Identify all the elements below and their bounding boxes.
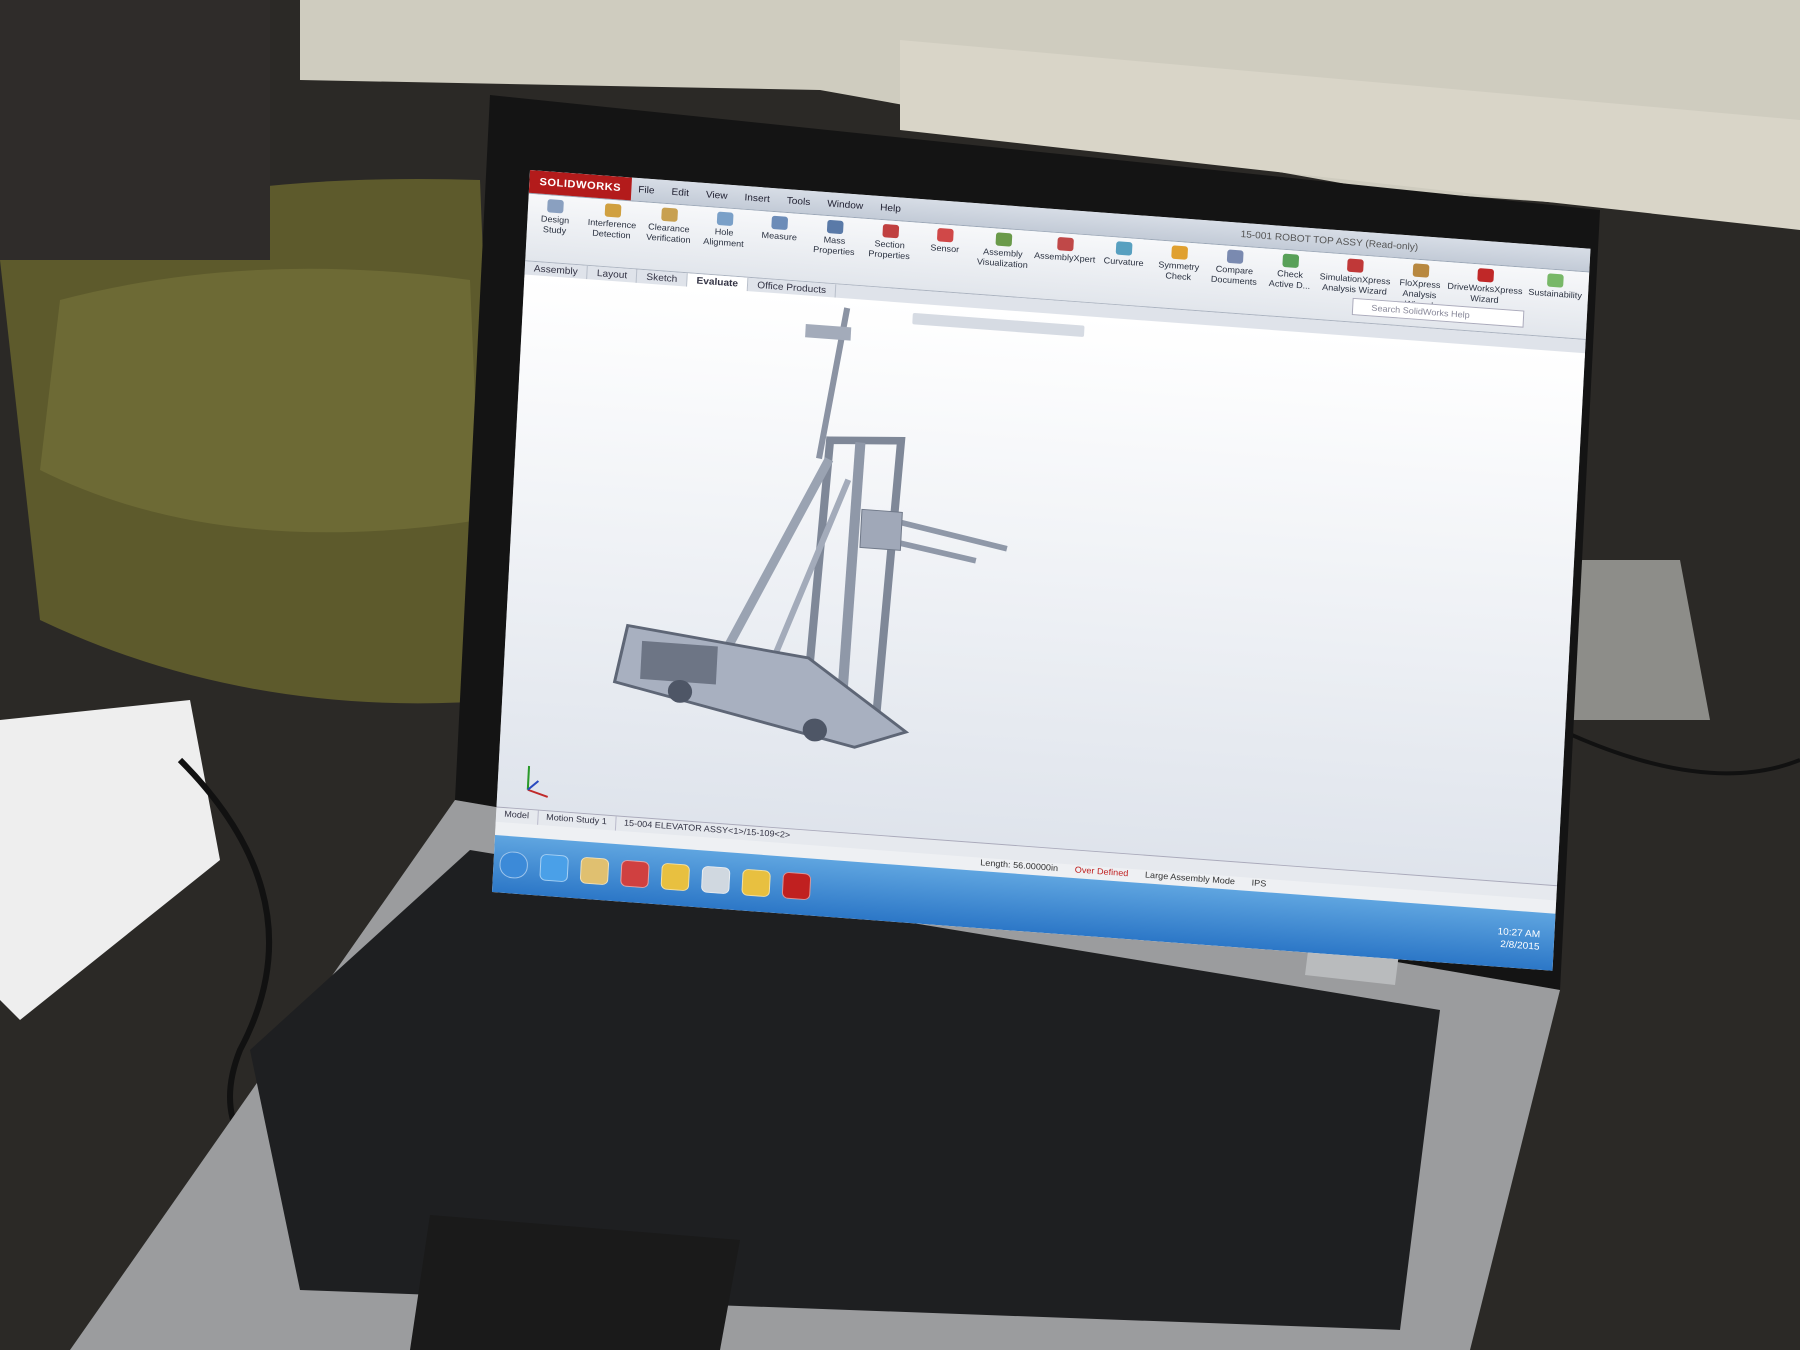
status-units[interactable]: IPS	[1251, 878, 1266, 889]
photo-scene: hp SOLIDWORKS File Edit View Insert Tool…	[0, 0, 1800, 1350]
laptop-screen: SOLIDWORKS File Edit View Insert Tools W…	[492, 160, 1591, 971]
design-study-button[interactable]: Design Study	[532, 198, 579, 237]
person-arm	[0, 0, 270, 260]
compare-documents-button[interactable]: Compare Documents	[1211, 248, 1259, 288]
section-properties-button[interactable]: Section Properties	[866, 223, 913, 262]
interference-icon	[604, 203, 622, 218]
assembly-visualization-icon	[995, 232, 1013, 247]
driveworks-icon	[1477, 268, 1495, 283]
floxpress-icon	[1412, 263, 1430, 278]
start-button-icon[interactable]	[498, 850, 529, 880]
coordinate-triad-icon	[526, 765, 549, 798]
chrome-icon[interactable]	[660, 862, 691, 892]
design-study-icon	[547, 198, 565, 214]
interference-detection-button[interactable]: Interference Detection	[587, 202, 637, 242]
backpack-fold	[40, 268, 480, 533]
chrome-icon-2[interactable]	[741, 868, 771, 898]
generic-app-icon[interactable]	[700, 865, 731, 895]
measure-icon	[771, 215, 789, 231]
menu-insert[interactable]: Insert	[744, 192, 770, 204]
clock-date: 2/8/2015	[1499, 939, 1540, 953]
hole-alignment-button[interactable]: Hole Alignment	[701, 210, 748, 249]
sensor-icon	[937, 227, 954, 243]
simulation-icon	[1347, 258, 1365, 273]
solidworks-window: SOLIDWORKS File Edit View Insert Tools W…	[492, 170, 1591, 971]
simulationxpress-button[interactable]: SimulationXpress Analysis Wizard	[1319, 257, 1391, 298]
menu-edit[interactable]: Edit	[671, 187, 689, 199]
view-toolbar[interactable]	[912, 313, 1085, 337]
media-player-icon[interactable]	[620, 859, 650, 889]
mass-properties-button[interactable]: Mass Properties	[811, 219, 858, 258]
menu-help[interactable]: Help	[880, 202, 901, 214]
clearance-verification-button[interactable]: Clearance Verification	[645, 206, 692, 245]
solidworks-taskbar-icon[interactable]	[781, 871, 812, 901]
robot-assembly-model	[526, 307, 1085, 798]
compare-icon	[1226, 249, 1244, 264]
sensor-button[interactable]: Sensor	[922, 227, 968, 256]
menu-file[interactable]: File	[638, 184, 655, 196]
check-icon	[1282, 253, 1300, 269]
check-active-button[interactable]: Check Active D...	[1267, 253, 1314, 292]
sustainability-icon	[1547, 273, 1565, 288]
mass-properties-icon	[826, 219, 844, 235]
curvature-button[interactable]: Curvature	[1101, 240, 1147, 269]
menu-window[interactable]: Window	[827, 198, 863, 211]
assemblyxpert-button[interactable]: AssemblyXpert	[1034, 235, 1096, 265]
internet-explorer-icon[interactable]	[539, 853, 569, 883]
driveworksxpress-button[interactable]: DriveWorksXpress Wizard	[1447, 266, 1523, 307]
carriage	[859, 508, 903, 551]
hole-alignment-icon	[716, 211, 734, 227]
assemblyxpert-icon	[1056, 236, 1074, 252]
curvature-icon	[1115, 241, 1133, 256]
measure-button[interactable]: Measure	[756, 215, 802, 244]
system-clock[interactable]: 10:27 AM 2/8/2015	[1497, 926, 1541, 954]
file-explorer-icon[interactable]	[579, 856, 610, 886]
section-properties-icon	[881, 223, 899, 239]
sustainability-button[interactable]: Sustainability	[1527, 272, 1584, 302]
symmetry-icon	[1171, 245, 1188, 260]
clearance-icon	[661, 207, 679, 222]
assembly-visualization-button[interactable]: Assembly Visualization	[977, 231, 1030, 271]
graphics-area[interactable]	[496, 274, 1585, 886]
drive-motors	[640, 640, 718, 685]
symmetry-check-button[interactable]: Symmetry Check	[1155, 244, 1202, 283]
menu-tools[interactable]: Tools	[786, 195, 810, 207]
menu-view[interactable]: View	[706, 189, 728, 201]
